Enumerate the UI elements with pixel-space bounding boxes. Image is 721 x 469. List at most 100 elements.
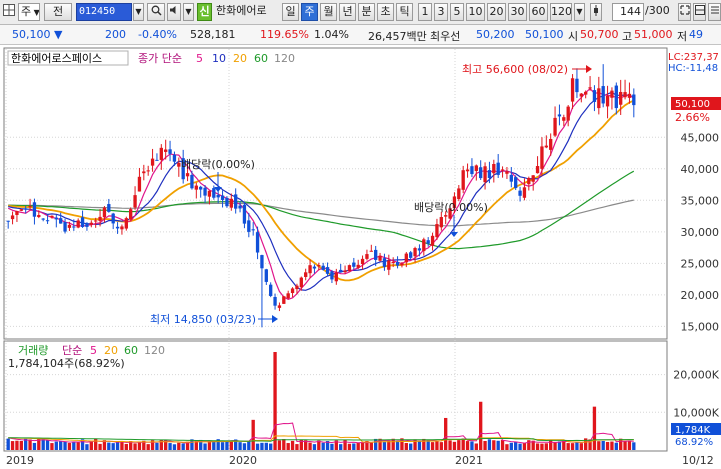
candle-body <box>330 271 334 280</box>
interval-5-button[interactable]: 5 <box>450 3 464 21</box>
interval-dropdown-button[interactable]: ▼ <box>574 3 585 21</box>
pref-label: 최우선 <box>430 30 461 43</box>
volume-bar <box>273 352 277 450</box>
period-month-button[interactable]: 월 <box>320 3 337 21</box>
date-tick-label: 2021 <box>455 454 483 467</box>
period-week-button[interactable]: 주 <box>301 3 318 21</box>
expand-icon[interactable] <box>678 3 691 21</box>
volume-bar <box>487 439 492 450</box>
candle-body <box>28 206 32 208</box>
interval-20-button[interactable]: 20 <box>487 3 506 21</box>
period-minute-button[interactable]: 분 <box>358 3 375 21</box>
volume-bar <box>6 438 10 450</box>
volume-bar <box>339 444 343 450</box>
interval-30-button[interactable]: 30 <box>508 3 527 21</box>
chart-type-icon[interactable] <box>590 3 602 21</box>
trade-amount: 26,457백만 <box>368 30 427 43</box>
volume-bar <box>312 444 317 450</box>
volume-value-text: 1,784,104주(68.92%) <box>8 357 125 370</box>
volume-bar <box>308 442 312 450</box>
candle-body <box>41 218 45 220</box>
interval-10-button[interactable]: 10 <box>466 3 485 21</box>
period-tick-button[interactable]: 틱 <box>396 3 413 21</box>
settings-icon[interactable] <box>708 3 721 21</box>
split-view-icon[interactable] <box>693 3 706 21</box>
volume-bar <box>601 440 605 450</box>
speaker-dropdown-button[interactable]: ▼ <box>183 3 194 21</box>
candle-body <box>592 90 597 102</box>
volume-bar <box>212 441 216 450</box>
candle-body <box>549 138 553 150</box>
current-pct-tag: 2.66% <box>675 111 710 124</box>
volume-bar <box>251 419 255 450</box>
interval-120-button[interactable]: 120 <box>550 3 572 21</box>
candle-body <box>356 264 360 268</box>
candle-body <box>273 296 277 306</box>
volume-tick-label: 20,000K <box>673 369 719 382</box>
volume-bar <box>124 443 128 450</box>
interval-3-button[interactable]: 3 <box>434 3 448 21</box>
price-tick-label: 15,000 <box>681 320 720 333</box>
candle-body <box>352 262 356 267</box>
high-annotation: 최고 56,600 (08/02) <box>462 63 568 76</box>
volume-bar <box>360 442 365 450</box>
volume-bar <box>290 440 295 450</box>
search-icon[interactable] <box>147 3 165 21</box>
volume-bar <box>63 441 67 450</box>
candle-body <box>347 265 352 272</box>
candle-body <box>146 170 150 172</box>
volume-bar <box>50 443 54 450</box>
volume-bar <box>220 442 225 450</box>
dividend-annotation-1: 배당락(0.00%) <box>181 158 255 171</box>
volume-bar <box>111 443 115 450</box>
volume-bar <box>41 439 45 450</box>
period-day-button[interactable]: 일 <box>282 3 299 21</box>
volume-bar <box>155 442 159 450</box>
candle-body <box>111 213 115 224</box>
volume-bar <box>54 441 58 450</box>
interval-1-button[interactable]: 1 <box>418 3 432 21</box>
volume-bar <box>382 441 387 450</box>
candle-body <box>133 195 137 208</box>
volume-bar <box>465 441 470 450</box>
volume-bar <box>89 441 93 450</box>
candle-body <box>164 149 168 152</box>
volume-bar <box>483 440 487 450</box>
volume-bar <box>282 439 286 450</box>
count-input[interactable]: 144 <box>612 3 644 21</box>
market-select[interactable]: 주 ▼ <box>18 3 40 21</box>
volume-bar <box>579 443 583 450</box>
candle-body <box>85 223 89 227</box>
candle-body <box>584 91 588 95</box>
volume-bar <box>343 439 347 450</box>
period-second-button[interactable]: 초 <box>377 3 394 21</box>
volume-bar <box>430 442 435 450</box>
candle-body <box>518 190 522 196</box>
code-dropdown-button[interactable]: ▼ <box>133 3 144 21</box>
volume-bar <box>172 444 177 450</box>
candle-body <box>290 288 295 294</box>
volume-bar <box>146 444 150 450</box>
grid-icon[interactable] <box>2 3 16 21</box>
candle-body <box>150 158 155 166</box>
volume-bar <box>352 443 356 450</box>
period-year-button[interactable]: 년 <box>339 3 356 21</box>
candle-body <box>185 173 190 177</box>
code-input[interactable]: 012450 <box>76 3 132 21</box>
candle-body <box>203 187 207 196</box>
speaker-icon[interactable] <box>167 3 181 21</box>
candle-body <box>382 258 387 267</box>
interval-60-button[interactable]: 60 <box>529 3 548 21</box>
candle-body <box>255 232 260 253</box>
candle-body <box>251 229 255 231</box>
candle-body <box>282 296 286 304</box>
price-tick-label: 40,000 <box>681 163 720 176</box>
candle-body <box>597 88 601 109</box>
stock-chart[interactable]: 15,000 20,000 25,000 30,000 35,000 40,000 45,0… <box>0 45 721 469</box>
volume-axis: 10,000K 20,000K <box>673 369 719 420</box>
jeon-button[interactable]: 전 <box>44 3 72 21</box>
candle-body <box>483 166 487 183</box>
sin-button[interactable]: 신 <box>197 3 212 21</box>
bid-price: 50,100 <box>525 28 564 41</box>
volume-bar <box>496 440 500 450</box>
